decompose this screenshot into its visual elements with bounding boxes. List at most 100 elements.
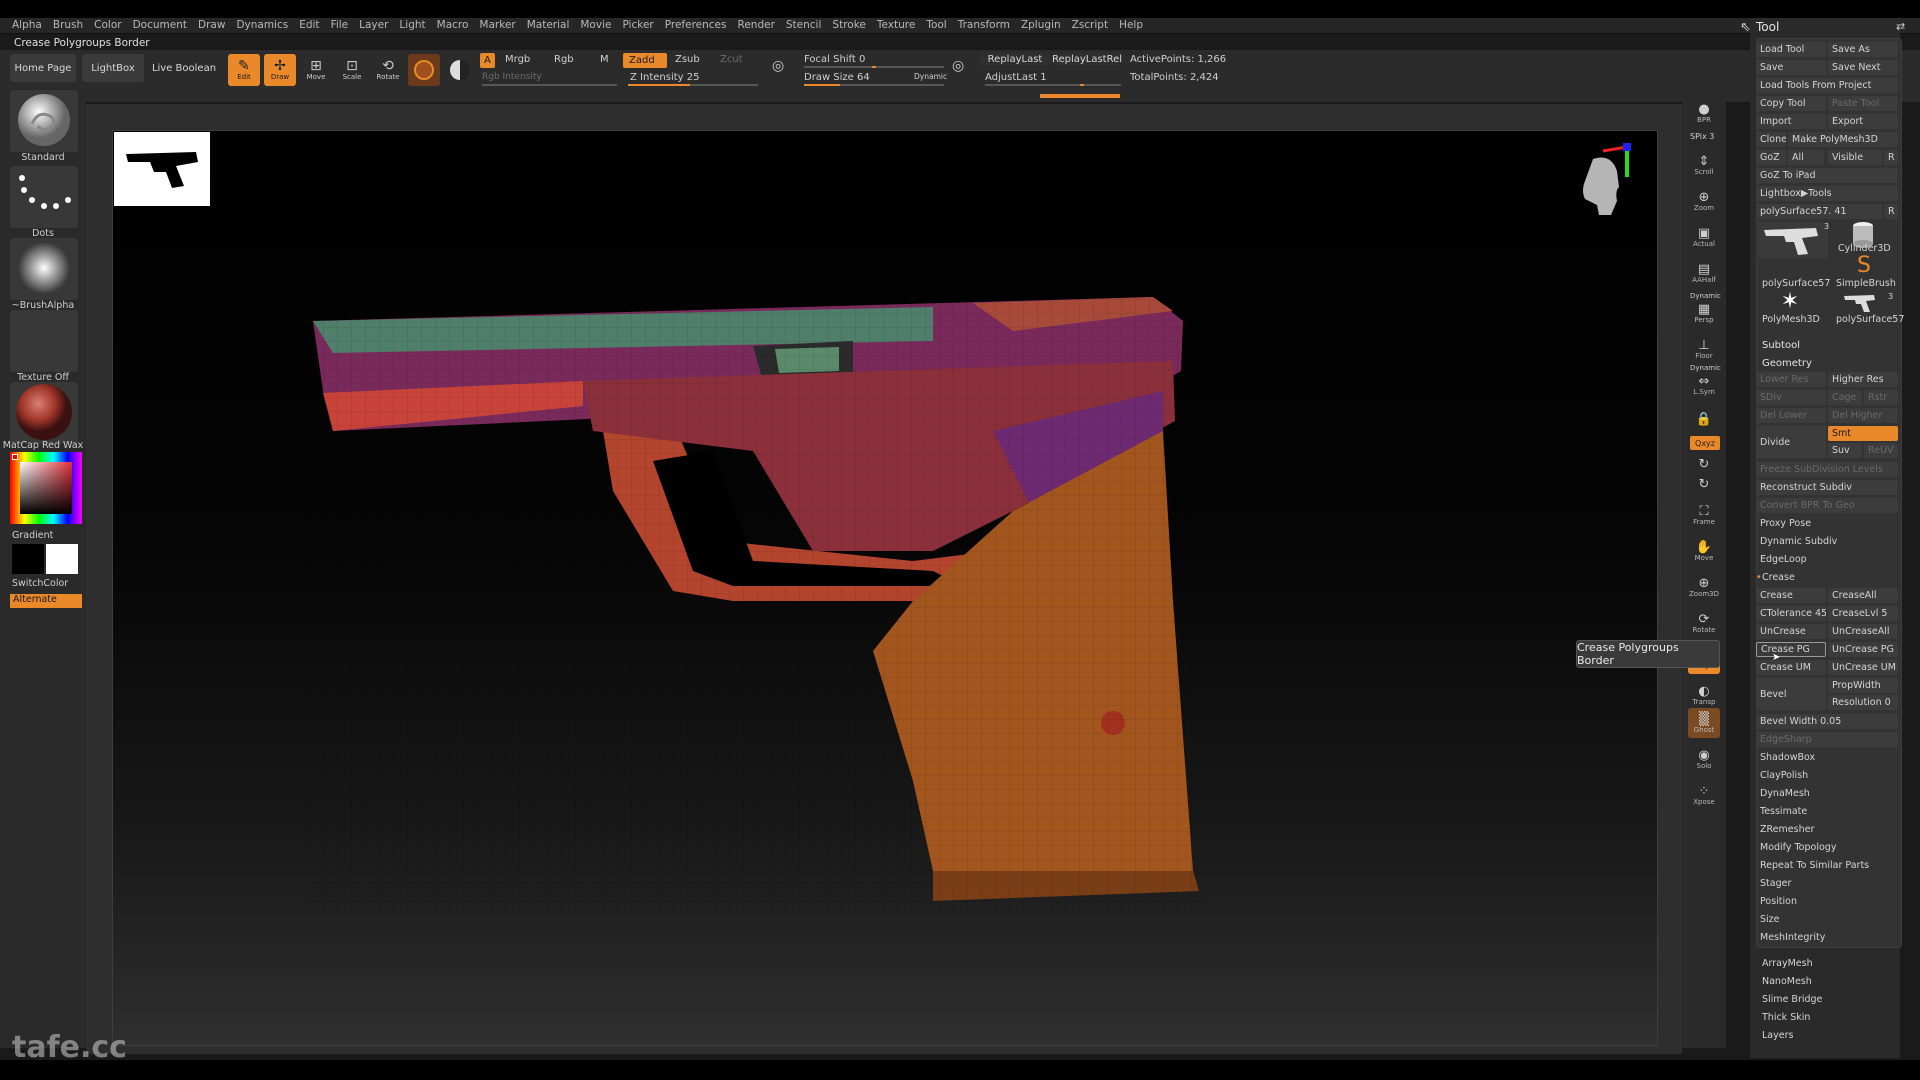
crease-all-button[interactable]: CreaseAll xyxy=(1828,588,1898,603)
document-canvas[interactable] xyxy=(112,130,1658,1046)
edgesharp-slider[interactable]: EdgeSharp xyxy=(1756,732,1898,747)
save-next-button[interactable]: Save Next xyxy=(1828,60,1898,75)
aahalf-button[interactable]: ▤ AAHalf xyxy=(1688,258,1720,288)
edit-mode-button[interactable]: ✎ Edit xyxy=(228,54,260,86)
make-polymesh-button[interactable]: Make PolyMesh3D xyxy=(1788,132,1898,147)
tessimate-section[interactable]: Tessimate xyxy=(1760,806,1807,817)
uncrease-all-button[interactable]: UnCreaseAll xyxy=(1828,624,1898,639)
load-tools-from-project-button[interactable]: Load Tools From Project xyxy=(1756,78,1898,93)
menu-render[interactable]: Render xyxy=(738,19,775,31)
a-toggle[interactable]: A xyxy=(480,53,495,68)
menu-stroke[interactable]: Stroke xyxy=(832,19,865,31)
crease-lvl-slider[interactable]: CreaseLvl 5 xyxy=(1828,606,1898,621)
menu-material[interactable]: Material xyxy=(527,19,570,31)
dynamic-subdiv-section[interactable]: Dynamic Subdiv xyxy=(1760,536,1837,547)
modify-topology-section[interactable]: Modify Topology xyxy=(1760,842,1836,853)
sdiv-slider[interactable]: SDiv xyxy=(1756,390,1826,405)
rgb-intensity-slider[interactable]: Rgb Intensity xyxy=(482,72,542,82)
goz-button[interactable]: GoZ xyxy=(1756,150,1786,165)
actual-button[interactable]: ▣ Actual xyxy=(1688,222,1720,252)
menu-texture[interactable]: Texture xyxy=(877,19,915,31)
menu-brush[interactable]: Brush xyxy=(53,19,83,31)
polymesh3d-star-icon[interactable]: ✶ xyxy=(1778,290,1802,314)
focal-shift-slider[interactable]: Focal Shift 0 xyxy=(804,54,865,65)
m-toggle[interactable]: M xyxy=(600,54,609,65)
del-lower-button[interactable]: Del Lower xyxy=(1756,408,1826,423)
reuv-toggle[interactable]: ReUV xyxy=(1864,443,1898,458)
zcut-toggle[interactable]: Zcut xyxy=(720,54,743,65)
edgeloop-section[interactable]: EdgeLoop xyxy=(1760,554,1807,565)
menu-movie[interactable]: Movie xyxy=(580,19,611,31)
menu-alpha[interactable]: Alpha xyxy=(12,19,42,31)
z-intensity-slider[interactable]: Z Intensity 25 xyxy=(630,72,699,83)
lock-button[interactable]: 🔒 xyxy=(1688,404,1720,434)
crease-um-button[interactable]: Crease UM xyxy=(1756,660,1826,675)
scroll-button[interactable]: ⇕ Scroll xyxy=(1688,150,1720,180)
mrgb-toggle[interactable]: Mrgb xyxy=(505,54,530,65)
spix-slider[interactable]: SPix 3 xyxy=(1690,132,1714,141)
material-swatch[interactable] xyxy=(408,54,440,86)
load-tool-button[interactable]: Load Tool xyxy=(1756,42,1826,57)
menu-zplugin[interactable]: Zplugin xyxy=(1021,19,1061,31)
alternate-button[interactable]: Alternate xyxy=(10,594,82,608)
thick-skin-section[interactable]: Thick Skin xyxy=(1762,1012,1810,1023)
crease-button[interactable]: Crease xyxy=(1756,588,1826,603)
palette-dock-icon[interactable]: ⇄ xyxy=(1896,20,1905,33)
persp-button[interactable]: ▦ Persp xyxy=(1688,298,1720,328)
xpose-button[interactable]: ⁘ Xpose xyxy=(1688,780,1720,810)
suv-toggle[interactable]: Suv xyxy=(1828,443,1862,458)
menu-file[interactable]: File xyxy=(331,19,349,31)
rstr-button[interactable]: Rstr xyxy=(1864,390,1898,405)
menu-zscript[interactable]: Zscript xyxy=(1072,19,1108,31)
slime-bridge-section[interactable]: Slime Bridge xyxy=(1762,994,1822,1005)
geometry-section[interactable]: Geometry xyxy=(1762,358,1812,369)
goz-visible-button[interactable]: Visible xyxy=(1828,150,1882,165)
export-button[interactable]: Export xyxy=(1828,114,1898,129)
lower-res-button[interactable]: Lower Res xyxy=(1756,372,1826,387)
import-button[interactable]: Import xyxy=(1756,114,1826,129)
rotate-mode-button[interactable]: ⟲ Rotate xyxy=(372,54,404,86)
zoom3d-button[interactable]: ⊕ Zoom3D xyxy=(1688,572,1720,602)
propwidth-toggle[interactable]: PropWidth xyxy=(1828,678,1898,693)
tool-thumb-polysurface[interactable] xyxy=(1758,222,1828,258)
simplebrush-icon[interactable]: S xyxy=(1852,254,1876,278)
main-color-swatch[interactable] xyxy=(12,544,44,574)
goz-all-button[interactable]: All xyxy=(1788,150,1824,165)
menu-preferences[interactable]: Preferences xyxy=(665,19,727,31)
current-tool-r-button[interactable]: R xyxy=(1884,204,1898,219)
bevel-width-slider[interactable]: Bevel Width 0.05 xyxy=(1756,714,1898,729)
stager-section[interactable]: Stager xyxy=(1760,878,1791,889)
claypolish-section[interactable]: ClayPolish xyxy=(1760,770,1808,781)
scale-mode-button[interactable]: ⊡ Scale xyxy=(336,54,368,86)
frame-button[interactable]: ⛶ Frame xyxy=(1688,500,1720,530)
goz-r-button[interactable]: R xyxy=(1884,150,1898,165)
menu-draw[interactable]: Draw xyxy=(198,19,225,31)
resolution-slider[interactable]: Resolution 0 xyxy=(1828,695,1898,710)
save-as-button[interactable]: Save As xyxy=(1828,42,1898,57)
material-thumb[interactable] xyxy=(10,382,78,444)
higher-res-button[interactable]: Higher Res xyxy=(1828,372,1898,387)
menu-stencil[interactable]: Stencil xyxy=(786,19,822,31)
nanomesh-section[interactable]: NanoMesh xyxy=(1762,976,1812,987)
zremesher-section[interactable]: ZRemesher xyxy=(1760,824,1814,835)
rotate-axis-y-button[interactable]: ↻ xyxy=(1688,454,1720,474)
draw-mode-button[interactable]: ✢ Draw xyxy=(264,54,296,86)
convert-bpr-button[interactable]: Convert BPR To Geo xyxy=(1756,498,1898,513)
color-sphere[interactable] xyxy=(444,54,476,86)
crease-section[interactable]: Crease xyxy=(1762,572,1795,583)
menu-tool[interactable]: Tool xyxy=(926,19,946,31)
menu-help[interactable]: Help xyxy=(1119,19,1143,31)
rgb-toggle[interactable]: Rgb xyxy=(554,54,574,65)
freeze-subdiv-button[interactable]: Freeze SubDivision Levels xyxy=(1756,462,1898,477)
zadd-toggle[interactable]: Zadd xyxy=(623,53,667,68)
head-navigator[interactable] xyxy=(1571,151,1631,221)
position-section[interactable]: Position xyxy=(1760,896,1797,907)
arraymesh-section[interactable]: ArrayMesh xyxy=(1762,958,1813,969)
solo-button[interactable]: ◉ Solo xyxy=(1688,744,1720,774)
live-boolean-button[interactable]: Live Boolean xyxy=(150,54,218,82)
brush-thumb[interactable] xyxy=(10,90,78,152)
save-button[interactable]: Save xyxy=(1756,60,1826,75)
color-picker-square[interactable] xyxy=(20,462,72,514)
secondary-color-swatch[interactable] xyxy=(46,544,78,574)
home-page-button[interactable]: Home Page xyxy=(10,54,76,82)
